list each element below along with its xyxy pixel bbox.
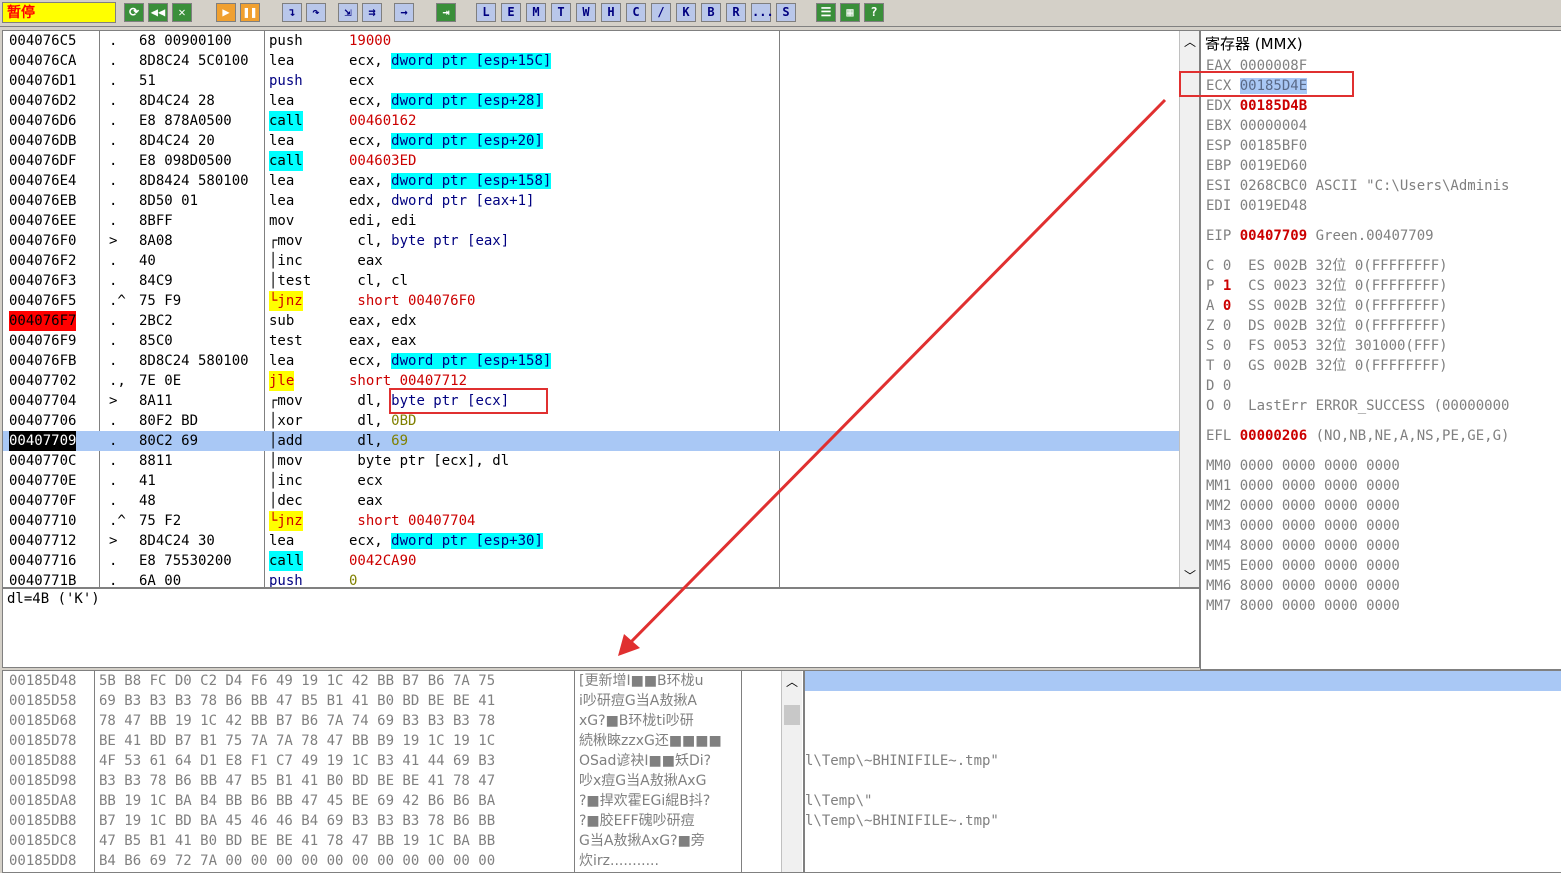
annotation-overlay	[389, 71, 1354, 656]
annotation-arrow-line	[626, 98, 1167, 647]
ecx-highlight-box	[1179, 71, 1354, 97]
byte-ptr-ecx-highlight-box	[389, 388, 548, 414]
